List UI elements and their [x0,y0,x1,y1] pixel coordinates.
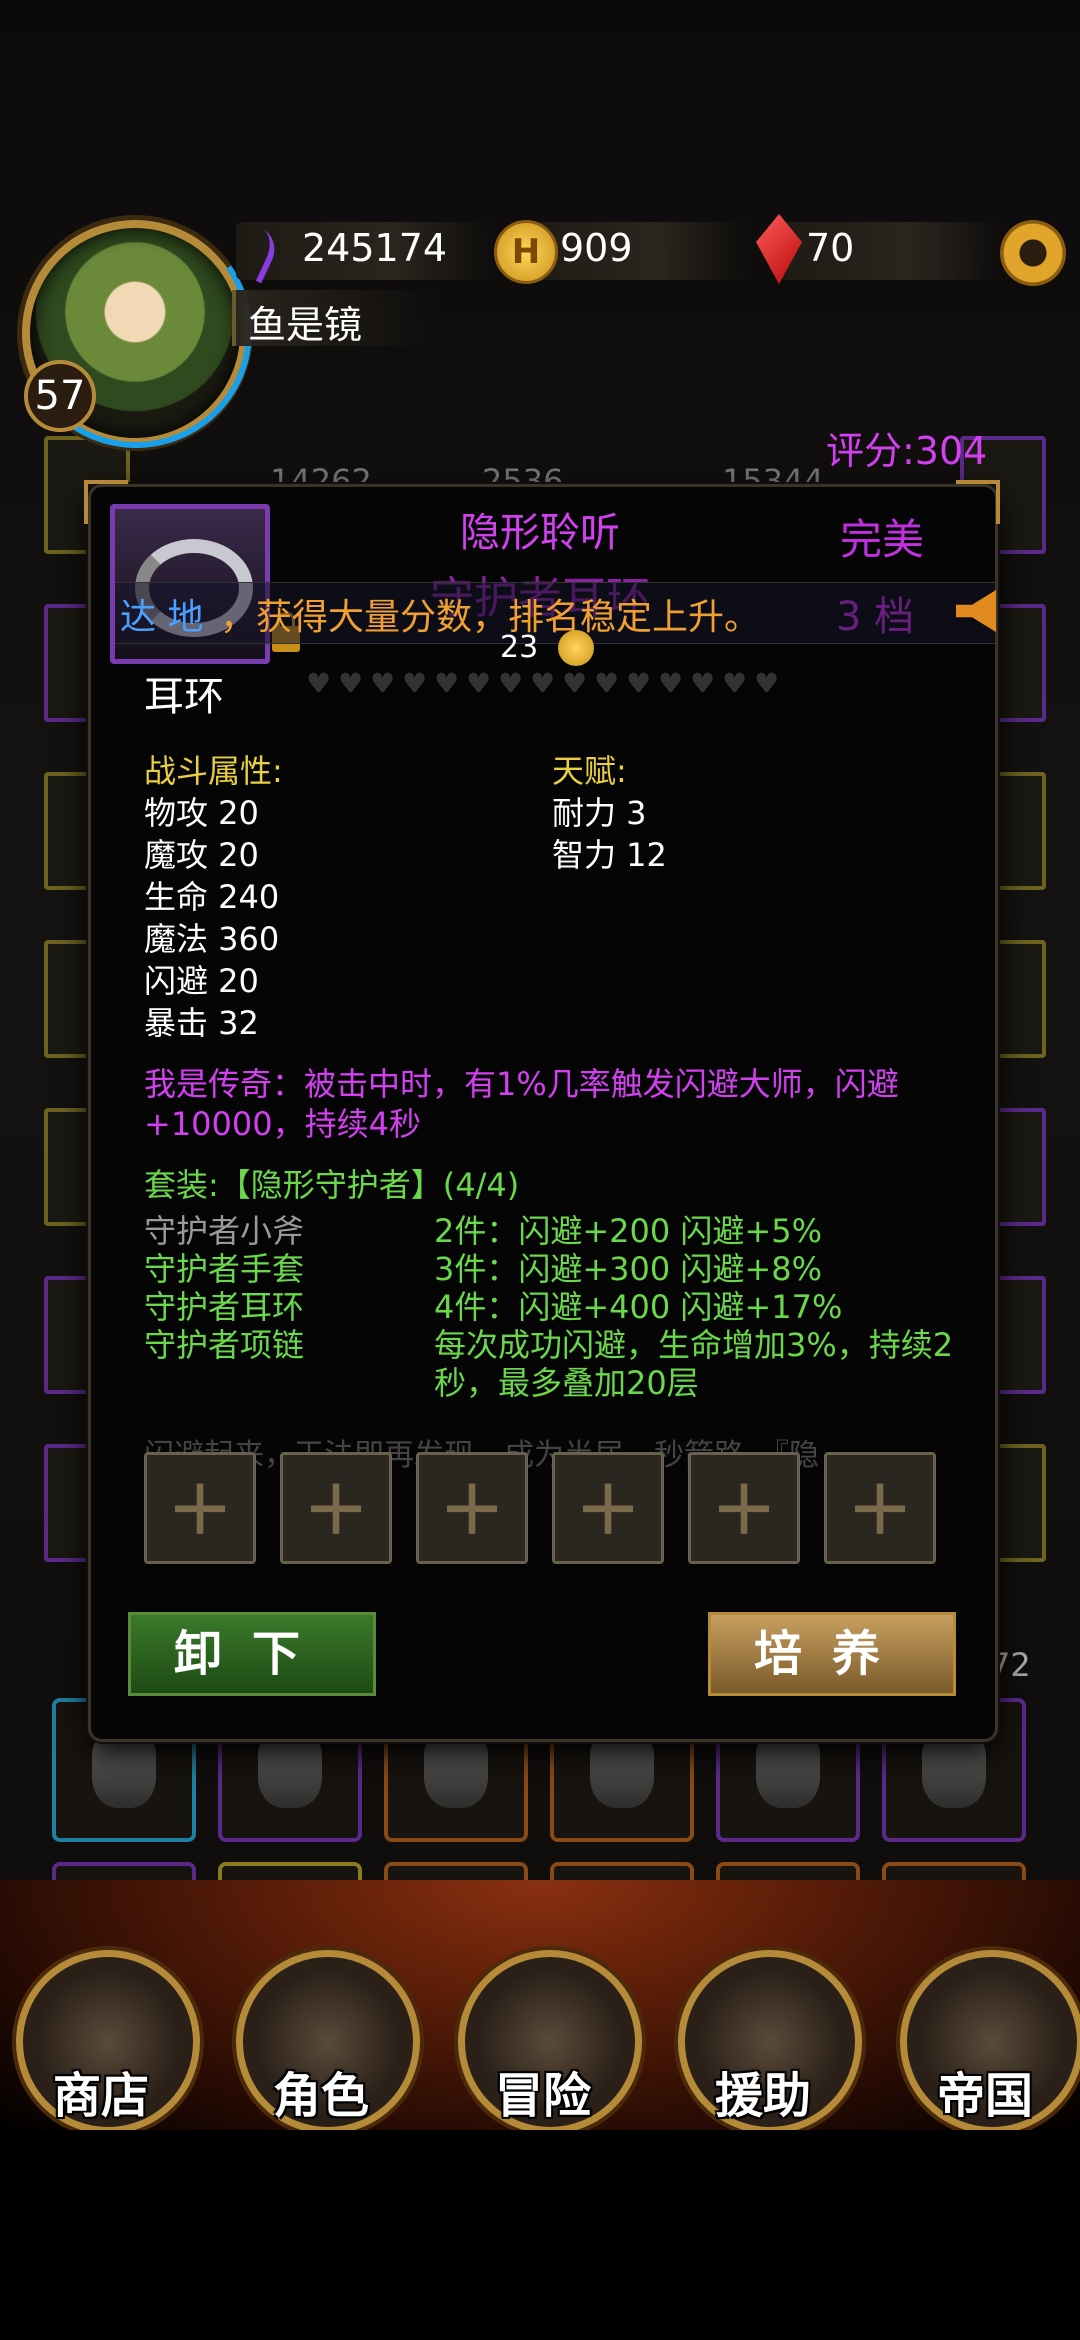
heart-icon: ♥ [626,667,652,700]
gem-socket[interactable]: + [552,1452,664,1564]
combat-stat: 生命 240 [144,878,280,916]
set-piece: 守护者手套 [144,1250,305,1288]
upgrade-cost: 23 [500,630,539,665]
set-piece: 守护者项链 [144,1326,305,1364]
talent-stats: 天赋: 耐力 3 智力 12 [552,750,667,876]
nav-character-label: 角色 [272,2068,369,2124]
gold-coin-icon: H [494,220,558,284]
power-value: 245174 [302,226,448,270]
player-name: 鱼是镜 [248,303,363,347]
set-bonus: 2件：闪避+200 闪避+5% [434,1212,823,1250]
nav-shop-label: 商店 [52,2068,149,2124]
set-pieces: 守护者小斧 守护者手套 守护者耳环 守护者项链 [144,1212,304,1364]
ticker-prefix: 达 地 [120,597,204,638]
heart-icon: ♥ [466,667,492,700]
gold-value: 909 [560,226,633,270]
set-piece: 守护者耳环 [144,1288,305,1326]
game-screen: 14262 2536 15344 72 57 245174 H 909 70 鱼… [0,0,1080,2130]
add-icon: + [846,1460,914,1553]
combat-stat: 魔法 360 [144,920,280,958]
gem-socket[interactable]: + [824,1452,936,1564]
combat-stat: 暴击 32 [144,1004,259,1042]
add-icon: + [166,1460,234,1553]
heart-icon: ♥ [594,667,620,700]
talent-stat: 智力 12 [552,836,667,874]
set-piece: 守护者小斧 [144,1212,305,1250]
coin-icon [558,630,594,666]
score-label: 评分:304 [826,429,988,473]
set-bonuses: 2件：闪避+200 闪避+5% 3件：闪避+300 闪避+8% 4件：闪避+40… [434,1212,974,1402]
add-icon: + [438,1460,506,1553]
heart-icon: ♥ [722,667,748,700]
heart-icon: ♥ [306,667,332,700]
unequip-button[interactable]: 卸下 [128,1612,376,1696]
combat-stat: 魔攻 20 [144,836,259,874]
add-icon: + [574,1460,642,1553]
talent-title: 天赋: [552,752,627,790]
settings-gear-icon[interactable] [1000,220,1066,286]
heart-icon: ♥ [498,667,524,700]
combat-stat: 闪避 20 [144,962,259,1000]
heart-icon: ♥ [754,667,780,700]
heart-icon: ♥ [530,667,556,700]
set-title: 套装:【隐形守护者】(4/4) [144,1166,520,1204]
gem-socket[interactable]: + [280,1452,392,1564]
add-icon: + [710,1460,778,1553]
item-type: 耳环 [144,674,224,720]
item-grade: 3 档 [836,594,915,640]
modal-corner [956,480,1000,524]
gem-value: 70 [806,226,855,270]
star-level-hearts: ♥ ♥ ♥ ♥ ♥ ♥ ♥ ♥ ♥ ♥ ♥ ♥ ♥ ♥ ♥ [306,667,780,700]
heart-icon: ♥ [562,667,588,700]
legendary-effect: 我是传奇：被击中时，有1%几率触发闪避大师，闪避+10000，持续4秒 [144,1065,899,1143]
gem-socket[interactable]: + [144,1452,256,1564]
set-bonus: 4件：闪避+400 闪避+17% [434,1288,843,1326]
heart-icon: ♥ [402,667,428,700]
item-name: 隐形聆听 [460,510,620,556]
combat-title: 战斗属性: [144,752,283,790]
cultivate-button[interactable]: 培养 [708,1612,956,1696]
ticker-text: ，获得大量分数，排名稳定上升。 [220,597,761,638]
bottom-letterbox [0,2130,1080,2340]
heart-icon: ♥ [658,667,684,700]
nav-adventure-label: 冒险 [494,2068,591,2124]
nav-assist-label: 援助 [714,2068,811,2124]
set-bonus: 3件：闪避+300 闪避+8% [434,1250,823,1288]
combat-stats: 战斗属性: 物攻 20 魔攻 20 生命 240 魔法 360 闪避 20 暴击… [144,750,283,1044]
heart-icon: ♥ [690,667,716,700]
combat-stat: 物攻 20 [144,794,259,832]
item-quality: 完美 [840,515,925,564]
talent-stat: 耐力 3 [552,794,647,832]
heart-icon: ♥ [434,667,460,700]
heart-icon: ♥ [370,667,396,700]
gem-socket[interactable]: + [688,1452,800,1564]
level-badge: 57 [24,360,96,432]
gem-socket[interactable]: + [416,1452,528,1564]
heart-icon: ♥ [338,667,364,700]
add-icon: + [302,1460,370,1553]
set-bonus: 每次成功闪避，生命增加3%，持续2秒，最多叠加20层 [434,1326,954,1402]
nav-empire-label: 帝国 [936,2068,1033,2124]
